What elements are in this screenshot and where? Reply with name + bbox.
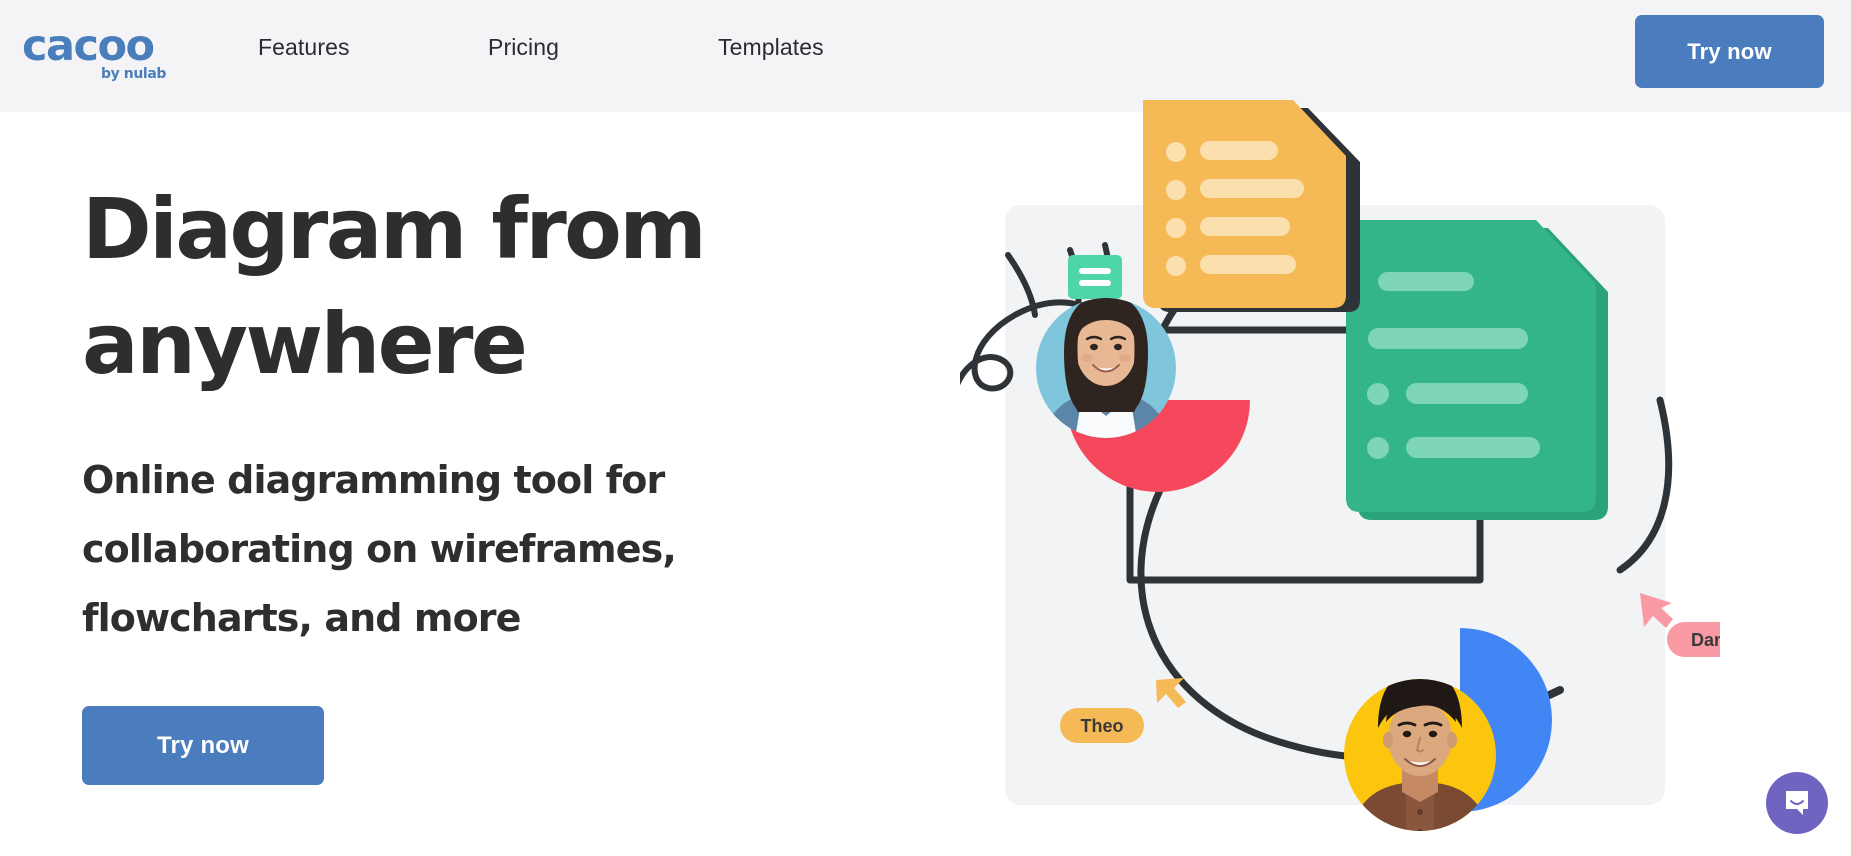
cursor-label-daniele: Daniele <box>1667 622 1720 657</box>
nav-item-templates[interactable]: Templates <box>718 34 948 61</box>
landing-page: cacoo by nulab Features Pricing Template… <box>0 0 1851 856</box>
hero-illustration: Theo Daniele <box>960 100 1720 856</box>
hero-subtitle: Online diagramming tool for collaboratin… <box>82 458 677 640</box>
logo-wordmark: cacoo <box>22 21 155 71</box>
cursor-label-theo-text: Theo <box>1081 716 1124 736</box>
nav-link-features[interactable]: Features <box>258 34 488 61</box>
header-try-now-button[interactable]: Try now <box>1635 15 1824 88</box>
nav-link-pricing[interactable]: Pricing <box>488 34 718 61</box>
hero-title: Diagram from anywhere <box>82 180 707 393</box>
nav-link-templates[interactable]: Templates <box>718 34 948 61</box>
chat-bubble-icon <box>1786 791 1808 815</box>
nav-item-pricing[interactable]: Pricing <box>488 34 718 61</box>
nav-item-features[interactable]: Features <box>258 34 488 61</box>
cacoo-logo[interactable]: cacoo by nulab <box>22 21 172 85</box>
hero-try-now-button[interactable]: Try now <box>82 706 324 785</box>
site-header: cacoo by nulab Features Pricing Template… <box>0 0 1851 112</box>
cursor-label-daniele-text: Daniele <box>1691 630 1720 650</box>
hero-section: Diagram from anywhere Online diagramming… <box>82 172 842 785</box>
chat-widget-button[interactable] <box>1766 772 1828 834</box>
orange-document-card <box>1143 100 1360 312</box>
cursor-label-theo: Theo <box>1060 708 1144 743</box>
main-navigation: Features Pricing Templates <box>258 34 948 61</box>
